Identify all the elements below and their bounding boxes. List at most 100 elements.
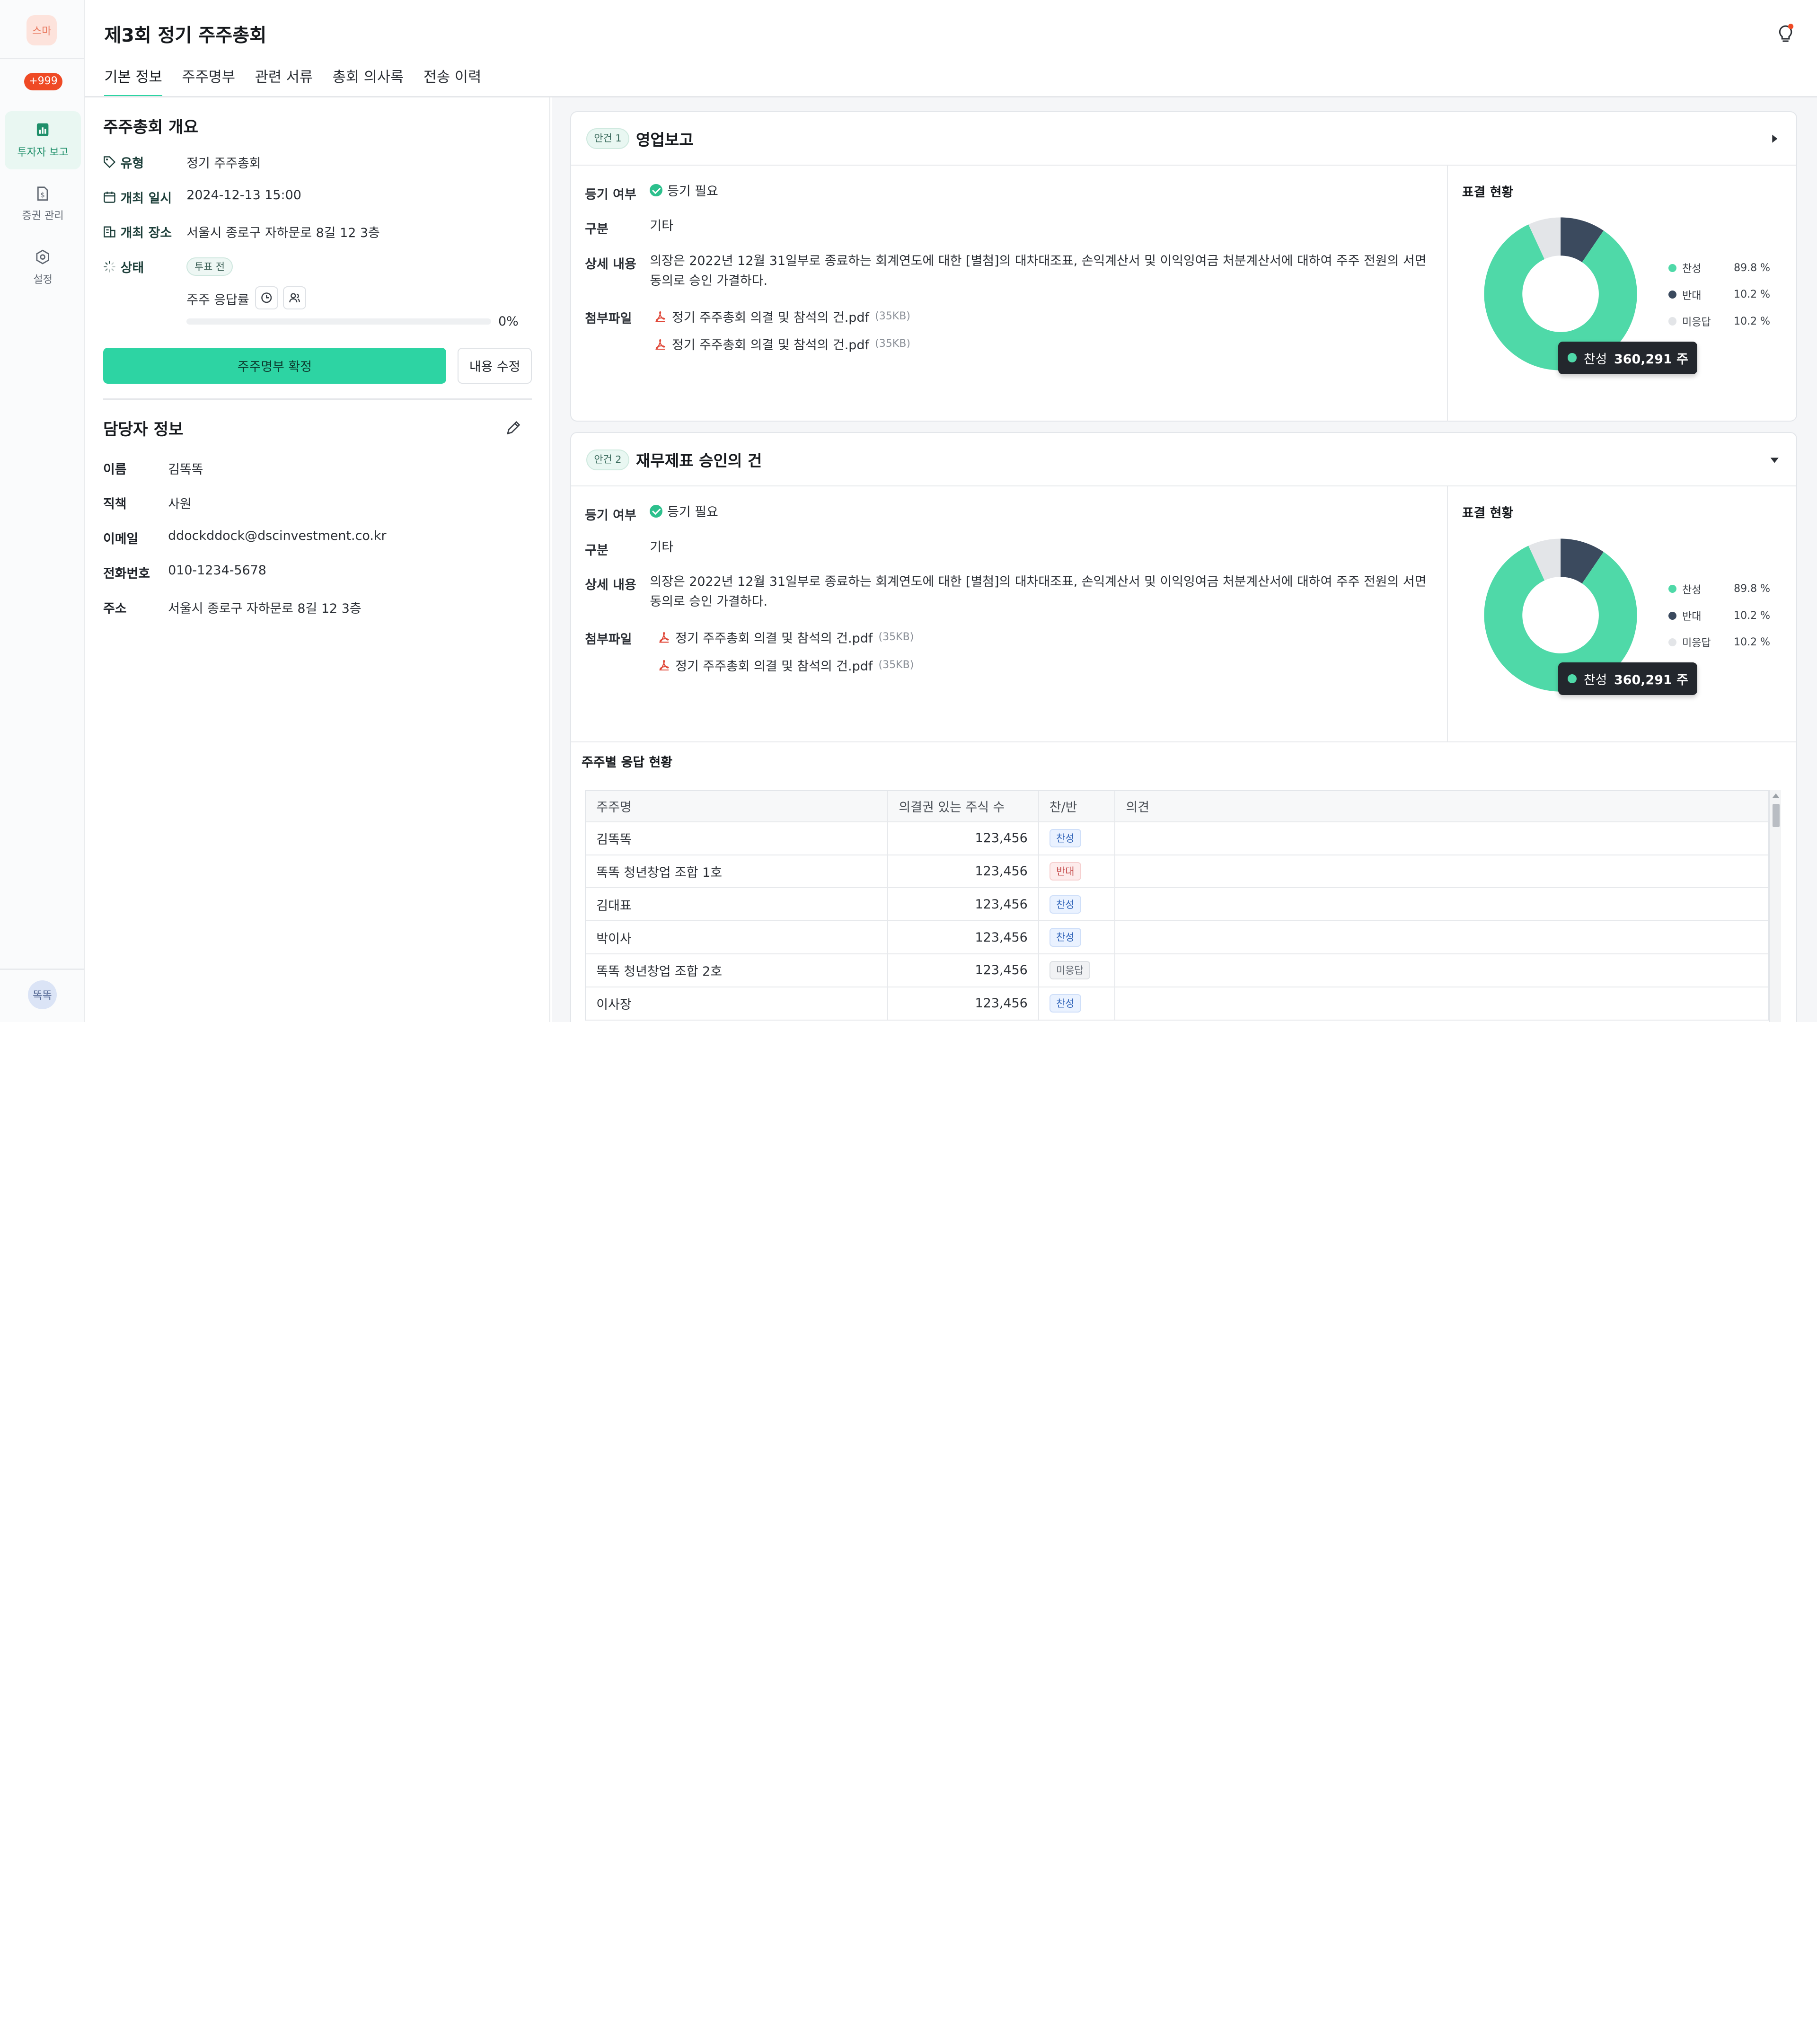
- notification-badge[interactable]: +999: [24, 73, 62, 91]
- share-count: 123,456: [888, 888, 1039, 921]
- caret-right-icon[interactable]: [1769, 133, 1780, 144]
- attachment-file[interactable]: 정기 주주총회 의결 및 참석의 건.pdf (35KB): [658, 656, 914, 674]
- report-icon: [37, 123, 49, 136]
- column-header-vote[interactable]: 찬/반: [1039, 791, 1116, 821]
- attachments-label: 첨부파일: [585, 632, 632, 647]
- file-size: (35KB): [878, 659, 914, 671]
- clock-icon: [261, 292, 272, 303]
- agenda-header[interactable]: 안건 2 재무제표 승인의 건: [571, 433, 1797, 487]
- table-header-row: 주주명 의결권 있는 주식 수 찬/반 의견: [586, 791, 1769, 822]
- legend-swatch: [1668, 611, 1676, 620]
- legend-label: 미응답: [1682, 637, 1711, 650]
- agenda-card-1: 안건 1 영업보고 등기 여부 등기 필요 구분 기타 상세 내용 의장은 20…: [570, 111, 1798, 422]
- scroll-up-arrow[interactable]: [1773, 793, 1780, 798]
- legend-percent: 89.8 %: [1734, 262, 1771, 274]
- check-circle-icon: [650, 504, 663, 518]
- share-count: 123,456: [888, 954, 1039, 987]
- sidebar-item-investor-report[interactable]: 투자자 보고: [4, 111, 81, 169]
- share-count: 123,456: [888, 855, 1039, 888]
- sidebar-divider: [0, 58, 85, 59]
- sidebar-item-securities[interactable]: $ 증권 관리: [5, 175, 81, 233]
- file-name: 정기 주주총회 의결 및 참석의 건.pdf: [675, 631, 873, 646]
- chart-tooltip: 찬성 360,291 주: [1558, 341, 1698, 374]
- vote-cell: 찬성: [1039, 822, 1116, 855]
- vote-status-title: 표결 현황: [1462, 506, 1514, 521]
- edit-content-button[interactable]: 내용 수정: [458, 347, 532, 384]
- detail-label: 상세 내용: [585, 578, 636, 593]
- table-row[interactable]: 이사장 123,456 찬성: [586, 987, 1769, 1021]
- table-row[interactable]: 김대표 123,456 찬성: [586, 888, 1769, 922]
- legend-item: 반대 10.2 %: [1668, 282, 1770, 308]
- building-icon: [104, 226, 115, 238]
- shareholders-button[interactable]: [282, 286, 306, 309]
- tab-send-history[interactable]: 전송 이력: [423, 65, 481, 97]
- table-row[interactable]: 똑똑 청년창업 조합 2호 123,456 미응답: [586, 954, 1769, 987]
- opinion-cell: [1115, 921, 1768, 953]
- sidebar: 스마 +999 투자자 보고 $ 증권 관리 설정 똑똑: [0, 0, 85, 1022]
- attachment-file[interactable]: 정기 주주총회 의결 및 참석의 건.pdf (35KB): [654, 307, 910, 326]
- legend-item: 미응답 10.2 %: [1668, 629, 1770, 655]
- legend-percent: 10.2 %: [1734, 609, 1771, 622]
- lightbulb-icon[interactable]: [1776, 23, 1795, 44]
- status-badge: 투표 전: [186, 257, 233, 276]
- registration-label: 등기 여부: [585, 508, 636, 523]
- confirm-shareholder-list-button[interactable]: 주주명부 확정: [103, 347, 446, 384]
- vote-cell: 반대: [1039, 855, 1116, 888]
- category-value: 기타: [650, 219, 673, 234]
- vote-status-title: 표결 현황: [1462, 185, 1514, 200]
- file-name: 정기 주주총회 의결 및 참석의 건.pdf: [671, 338, 869, 353]
- user-avatar[interactable]: 똑똑: [27, 980, 57, 1010]
- tab-meeting-minutes[interactable]: 총회 의사록: [333, 65, 404, 97]
- category-label: 구분: [585, 222, 609, 237]
- registration-label: 등기 여부: [585, 187, 636, 202]
- agenda-number-badge: 안건 2: [586, 449, 630, 470]
- place-label: 개최 장소: [103, 222, 172, 241]
- vote-badge: 찬성: [1049, 895, 1081, 914]
- sidebar-item-label: 설정: [33, 273, 53, 286]
- tag-icon: [104, 156, 116, 168]
- contact-address-value: 서울시 종로구 자하문로 8길 12 3층: [168, 601, 362, 616]
- vote-badge: 찬성: [1049, 928, 1081, 947]
- attachment-file[interactable]: 정기 주주총회 의결 및 참석의 건.pdf (35KB): [654, 335, 910, 353]
- table-row[interactable]: 박이사 123,456 찬성: [586, 921, 1769, 954]
- table-body: 김똑똑 123,456 찬성 똑똑 청년창업 조합 1호 123,456 반대 김대표 123…: [586, 822, 1769, 1021]
- tab-bar: 기본 정보 주주명부 관련 서류 총회 의사록 전송 이력: [104, 65, 501, 97]
- category-value: 기타: [650, 539, 673, 555]
- legend-label: 미응답: [1682, 317, 1711, 329]
- agenda-number-badge: 안건 1: [586, 128, 630, 150]
- calendar-icon: [104, 191, 115, 203]
- table-row[interactable]: 똑똑 청년창업 조합 1호 123,456 반대: [586, 855, 1769, 889]
- tab-basic-info[interactable]: 기본 정보: [104, 65, 162, 97]
- detail-line: 의장은 2022년 12월 31일부로 종료하는 회계연도에 대한 [별첨]의 …: [650, 253, 1427, 268]
- history-button[interactable]: [255, 286, 278, 309]
- column-header-opinion[interactable]: 의견: [1115, 791, 1768, 821]
- attachment-file[interactable]: 정기 주주총회 의결 및 참석의 건.pdf (35KB): [658, 628, 914, 646]
- legend-item: 찬성 89.8 %: [1668, 255, 1770, 281]
- org-avatar[interactable]: 스마: [26, 15, 57, 45]
- sidebar-item-settings[interactable]: 설정: [5, 238, 81, 296]
- opinion-cell: [1115, 822, 1768, 855]
- column-header-name[interactable]: 주주명: [586, 791, 889, 821]
- tab-related-documents[interactable]: 관련 서류: [255, 65, 313, 97]
- table-row[interactable]: 김똑똑 123,456 찬성: [586, 822, 1769, 855]
- tooltip-label: 찬성: [1583, 352, 1607, 367]
- legend-percent: 10.2 %: [1734, 315, 1771, 327]
- file-name: 정기 주주총회 의결 및 참석의 건.pdf: [675, 659, 873, 674]
- legend-swatch: [1668, 585, 1676, 593]
- table-scrollbar[interactable]: [1769, 790, 1781, 1022]
- share-count: 123,456: [888, 822, 1039, 855]
- legend-item: 반대 10.2 %: [1668, 602, 1770, 629]
- detail-line: 동의로 승인 가결하다.: [650, 594, 768, 609]
- column-header-shares[interactable]: 의결권 있는 주식 수: [888, 791, 1039, 821]
- section-divider: [103, 398, 532, 400]
- tab-shareholder-list[interactable]: 주주명부: [182, 65, 235, 97]
- pencil-icon[interactable]: [505, 420, 521, 436]
- contact-name-label: 이름: [103, 462, 127, 477]
- share-count: 123,456: [888, 921, 1039, 953]
- scrollbar-thumb[interactable]: [1773, 804, 1780, 828]
- caret-down-icon[interactable]: [1769, 454, 1780, 466]
- vote-legend: 찬성 89.8 % 반대 10.2 % 미응답 10.2 %: [1668, 576, 1770, 656]
- agenda-header[interactable]: 안건 1 영업보고: [571, 112, 1797, 166]
- opinion-cell: [1115, 987, 1768, 1020]
- section-divider: [571, 741, 1797, 743]
